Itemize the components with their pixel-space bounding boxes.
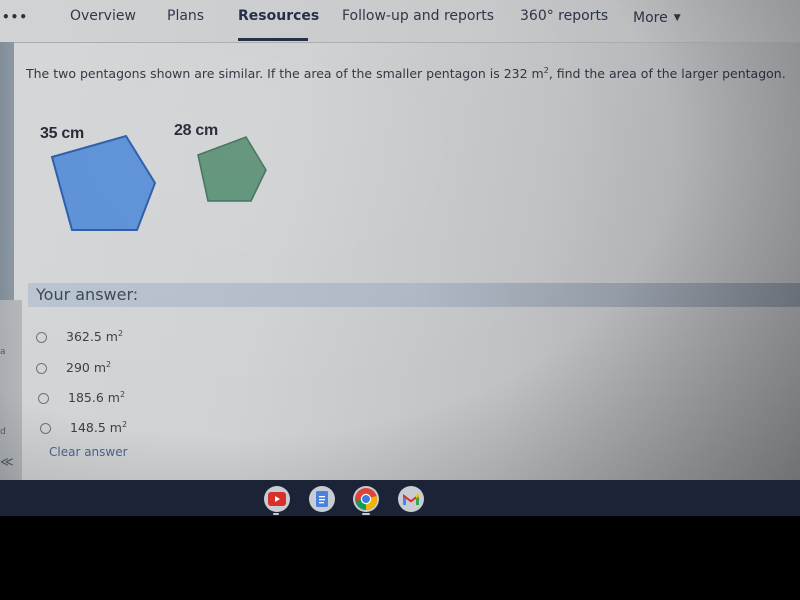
small-pentagon	[197, 136, 267, 202]
option-label: 185.6 m2	[68, 390, 125, 405]
more-label: More	[633, 10, 668, 26]
your-answer-label: Your answer:	[36, 285, 139, 304]
question-text-part: , find the area of the larger pentagon.	[548, 66, 786, 82]
pentagon-figures: 35 cm 28 cm	[30, 115, 290, 245]
answer-option[interactable]: 362.5 m2	[36, 327, 123, 347]
docs-app-button[interactable]	[309, 486, 335, 512]
radio-button[interactable]	[40, 422, 51, 434]
left-sidebar-lower	[0, 300, 22, 480]
tab-more[interactable]: More ▼	[633, 10, 681, 26]
tab-plans[interactable]: Plans	[167, 8, 204, 24]
pentagons-svg	[50, 134, 267, 231]
nav-overflow-button[interactable]: •••	[2, 10, 28, 24]
tab-follow-up-and-reports[interactable]: Follow-up and reports	[342, 8, 494, 24]
option-superscript: 2	[119, 390, 126, 400]
clear-answer-link[interactable]: Clear answer	[49, 445, 128, 459]
option-label: 362.5 m2	[66, 329, 123, 344]
option-value: 148.5 m	[70, 420, 122, 436]
option-superscript: 2	[117, 329, 124, 339]
browser-screen: ••• Overview Plans Resources Follow-up a…	[0, 0, 800, 515]
sidebar-text-fragment: d	[0, 427, 6, 437]
option-value: 362.5 m	[66, 329, 118, 345]
running-indicator	[273, 513, 279, 515]
chrome-icon	[355, 488, 377, 510]
top-navigation: ••• Overview Plans Resources Follow-up a…	[0, 0, 800, 43]
tab-resources[interactable]: Resources	[238, 8, 319, 24]
youtube-icon	[268, 492, 286, 506]
option-label: 148.5 m2	[70, 420, 127, 435]
answer-option[interactable]: 148.5 m2	[40, 418, 127, 438]
youtube-app-button[interactable]	[264, 486, 290, 512]
collapse-sidebar-icon[interactable]: ≪	[0, 455, 14, 470]
gmail-app-button[interactable]	[398, 486, 424, 512]
option-label: 290 m2	[66, 360, 111, 375]
option-value: 185.6 m	[68, 390, 120, 406]
answer-option[interactable]: 185.6 m2	[38, 388, 125, 408]
option-superscript: 2	[121, 420, 128, 430]
running-indicator	[362, 513, 370, 515]
radio-button[interactable]	[36, 331, 47, 343]
radio-button[interactable]	[36, 362, 47, 374]
option-superscript: 2	[106, 360, 112, 370]
answer-header-band	[28, 283, 800, 307]
tab-360-reports[interactable]: 360° reports	[520, 8, 608, 24]
sidebar-text-fragment: a	[0, 347, 6, 357]
chrome-app-button[interactable]	[353, 486, 379, 512]
large-pentagon	[50, 134, 157, 231]
gmail-icon	[403, 493, 419, 505]
radio-button[interactable]	[38, 392, 49, 404]
tab-overview[interactable]: Overview	[70, 8, 136, 24]
chevron-down-icon: ▼	[673, 13, 681, 23]
question-text: The two pentagons shown are similar. If …	[26, 66, 786, 81]
question-text-part: The two pentagons shown are similar. If …	[26, 66, 544, 82]
docs-icon	[316, 491, 328, 507]
screen-bezel	[0, 516, 800, 600]
option-value: 290 m	[66, 360, 107, 376]
answer-option[interactable]: 290 m2	[36, 358, 111, 378]
active-tab-indicator	[238, 38, 308, 41]
